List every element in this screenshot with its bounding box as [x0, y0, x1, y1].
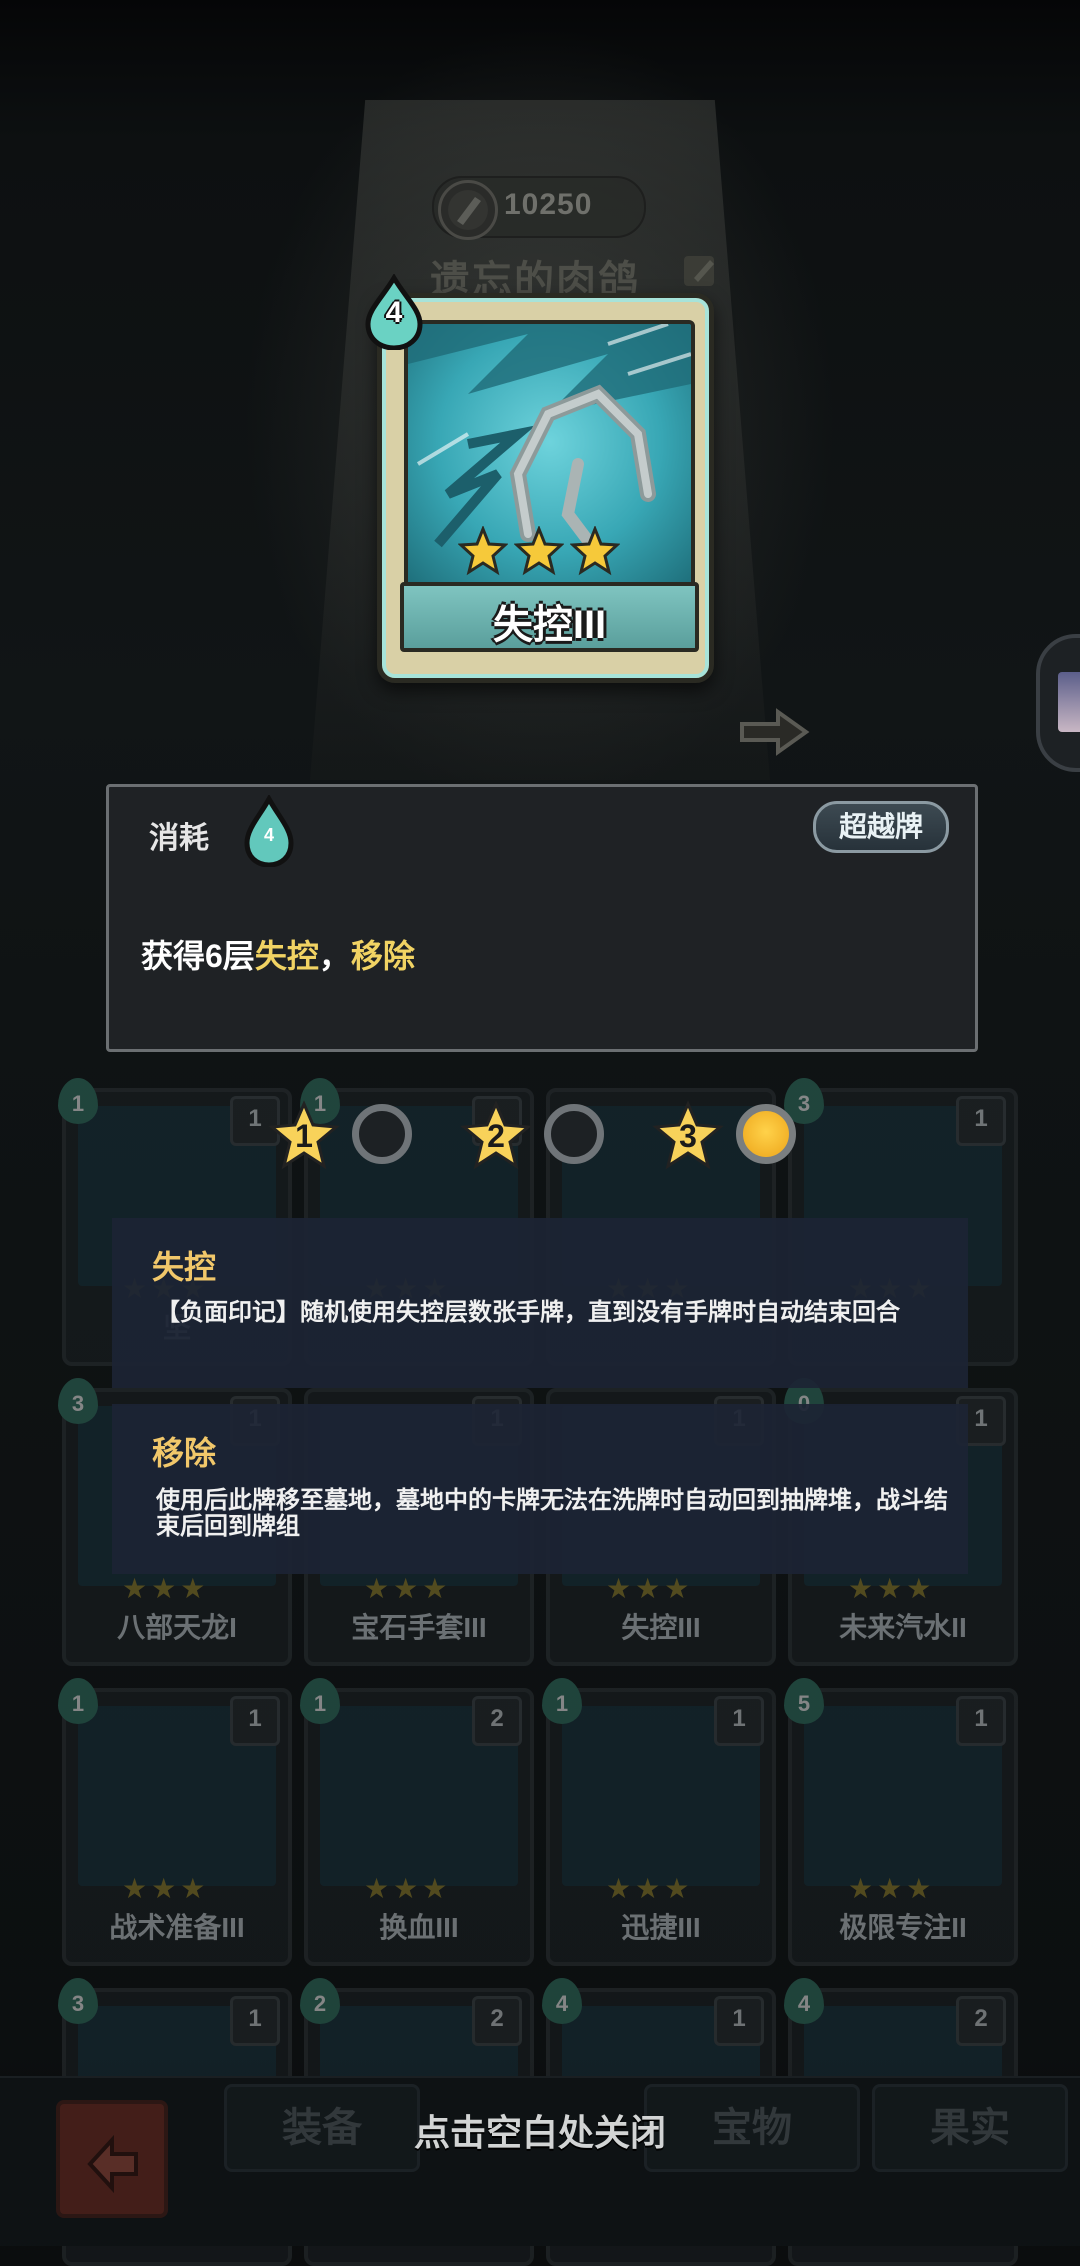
arrow-right-icon — [738, 706, 810, 758]
level-3-radio-selected[interactable] — [736, 1104, 796, 1164]
deck-card-count: 2 — [472, 1696, 522, 1746]
deck-card-stars: ★★★ — [606, 1573, 694, 1604]
level-3-number: 3 — [679, 1118, 697, 1154]
card-name-banner: 失控III — [400, 582, 699, 652]
deck-card-count: 1 — [956, 1096, 1006, 1146]
level-1-radio[interactable] — [352, 1104, 412, 1164]
deck-card-cost: 5 — [784, 1678, 824, 1724]
deck-card-cost: 1 — [300, 1678, 340, 1724]
deck-card-name: 迅捷III — [621, 1912, 701, 1943]
side-tab-image — [1058, 672, 1080, 732]
deck-card-cost: 2 — [300, 1978, 340, 2024]
edit-icon — [680, 250, 720, 290]
star-icon — [457, 524, 509, 576]
deck-card-name: 战术准备III — [109, 1912, 245, 1943]
deck-card-name: 八部天龙I — [117, 1612, 237, 1643]
keyword-remove[interactable]: 移除 — [351, 938, 415, 974]
deck-card-stars: ★★★ — [364, 1873, 452, 1904]
keyword-tooltip-body: 使用后此牌移至墓地，墓地中的卡牌无法在洗牌时自动回到抽牌堆，战斗结束后回到牌组 — [156, 1487, 948, 1540]
deck-card-stars: ★★★ — [122, 1573, 210, 1604]
deck-card-count: 2 — [472, 1996, 522, 2046]
deck-card-cost: 4 — [542, 1978, 582, 2024]
deck-card-name: 未来汽水II — [839, 1612, 967, 1643]
tab-fruit[interactable]: 果实 — [872, 2084, 1068, 2172]
card-description-panel: 消耗 4 超越牌 获得6层失控，移除 — [106, 784, 978, 1052]
card-name: 失控III — [492, 603, 607, 647]
back-arrow-icon — [87, 2134, 138, 2194]
deck-card[interactable]: ★★★ 迅捷III 1 1 — [542, 1678, 776, 1966]
deck-card-cost: 3 — [58, 1378, 98, 1424]
back-button[interactable] — [56, 2100, 168, 2218]
deck-card-stars: ★★★ — [606, 1873, 694, 1904]
level-2-radio[interactable] — [544, 1104, 604, 1164]
deck-card-count: 1 — [956, 1696, 1006, 1746]
level-2-number: 2 — [487, 1118, 505, 1154]
deck-card-cost: 1 — [58, 1678, 98, 1724]
coin-value: 10250 — [504, 188, 593, 221]
keyword-tooltip-body: 【负面印记】随机使用失控层数张手牌，直到没有手牌时自动结束回合 — [156, 1299, 900, 1326]
deck-card-count: 1 — [230, 1696, 280, 1746]
effect-prefix: 获得6层 — [141, 938, 255, 974]
deck-card-cost: 4 — [784, 1978, 824, 2024]
keyword-tooltip-1: 失控 【负面印记】随机使用失控层数张手牌，直到没有手牌时自动结束回合 — [112, 1218, 968, 1388]
deck-card-stars: ★★★ — [364, 1573, 452, 1604]
deck-card-name: 换血III — [379, 1912, 459, 1943]
deck-card-cost: 1 — [58, 1078, 98, 1124]
keyword-out-of-control[interactable]: 失控 — [255, 938, 319, 974]
deck-card-name: 极限专注II — [839, 1912, 967, 1943]
keyword-tooltip-title: 移除 — [152, 1435, 217, 1471]
star-level-selector: 1 2 3 — [268, 1100, 828, 1172]
card-stars — [457, 524, 638, 576]
deck-card-count: 2 — [956, 1996, 1006, 2046]
card-preview: 失控III — [377, 293, 714, 683]
deck-card-stars: ★★★ — [848, 1873, 936, 1904]
deck-card-stars: ★★★ — [122, 1873, 210, 1904]
keyword-tooltip-2: 移除 使用后此牌移至墓地，墓地中的卡牌无法在洗牌时自动回到抽牌堆，战斗结束后回到… — [112, 1404, 968, 1574]
deck-card-cost: 1 — [542, 1678, 582, 1724]
cost-mini-value: 4 — [263, 825, 274, 845]
deck-card-name: 宝石手套III — [351, 1612, 487, 1643]
level-1-number: 1 — [295, 1118, 313, 1154]
side-tab-button[interactable] — [1036, 634, 1080, 772]
keyword-tooltip-title: 失控 — [152, 1249, 217, 1285]
deck-card-cost: 3 — [58, 1978, 98, 2024]
deck-card-name: 失控III — [621, 1612, 701, 1643]
deck-card[interactable]: ★★★ 换血III 1 2 — [300, 1678, 534, 1966]
close-hint[interactable]: 点击空白处关闭 — [300, 2104, 780, 2156]
cost-label: 消耗 — [149, 822, 209, 855]
deck-card-count: 1 — [230, 1996, 280, 2046]
level-1-star[interactable]: 1 — [268, 1100, 340, 1172]
star-icon — [513, 524, 565, 576]
deck-card[interactable]: ★★★ 战术准备III 1 1 — [58, 1678, 292, 1966]
cost-mini-badge: 4 — [239, 793, 299, 868]
deck-card[interactable]: ★★★ 极限专注II 5 1 — [784, 1678, 1018, 1966]
level-3-star[interactable]: 3 — [652, 1100, 724, 1172]
deck-card-count: 1 — [714, 1996, 764, 2046]
transcend-tag-button[interactable]: 超越牌 — [813, 801, 949, 853]
energy-cost-badge: 4 — [362, 273, 426, 351]
coin-counter: 10250 — [432, 176, 646, 240]
level-2-star[interactable]: 2 — [460, 1100, 532, 1172]
pen-coin-icon — [438, 180, 498, 240]
effect-text: 获得6层失控，移除 — [141, 931, 415, 977]
deck-card-count: 1 — [714, 1696, 764, 1746]
card-cost: 4 — [385, 296, 403, 329]
deck-card-stars: ★★★ — [848, 1573, 936, 1604]
effect-separator: ， — [318, 938, 351, 974]
star-icon — [569, 524, 621, 576]
